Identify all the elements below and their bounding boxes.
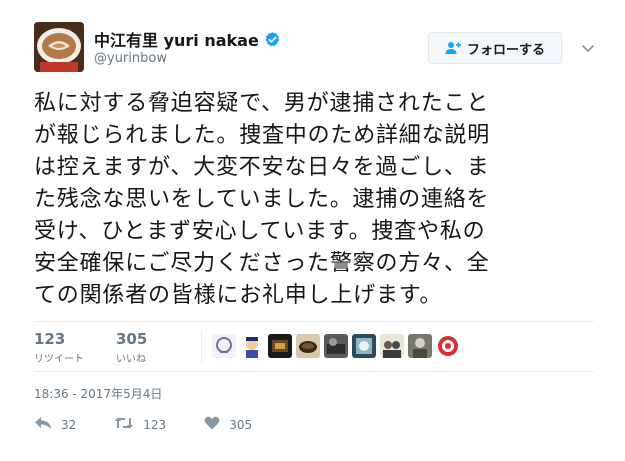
liker-avatar[interactable] [436,334,460,358]
liker-avatar[interactable] [408,334,432,358]
reply-button[interactable]: 32 [34,416,76,433]
liker-avatar[interactable] [268,334,292,358]
liker-avatar[interactable] [296,334,320,358]
chevron-down-icon[interactable] [581,40,595,54]
retweet-stat-label: リツイート [34,354,84,365]
follow-button[interactable]: フォローする [428,32,562,64]
retweet-icon [114,416,134,433]
tweet-line: 私に対する脅迫容疑で、男が逮捕されたこと [34,91,490,116]
tweet-timestamp[interactable]: 18:36 - 2017年5月4日 [34,385,162,402]
tweet-line: 安全確保にご尽力くださった警察の方々、全 [34,251,490,276]
add-user-icon [445,41,461,55]
liker-avatar[interactable] [240,334,264,358]
tweet-text: 私に対する脅迫容疑で、男が逮捕されたこと が報じられました。捜査中のため詳細な説… [34,88,606,312]
verified-badge-icon [264,31,281,48]
retweet-stat-count: 123 [34,330,66,348]
liker-avatar[interactable] [212,334,236,358]
display-name[interactable]: 中江有里 yuri nakae [94,27,259,51]
heart-icon [204,416,220,433]
reply-count: 32 [61,417,77,432]
tweet-actions: 32 123 305 [34,416,290,433]
retweet-stat[interactable]: 123 リツイート [34,330,84,365]
tweet-line: が報じられました。捜査中のため詳細な説明 [34,123,491,148]
liker-avatar[interactable] [380,334,404,358]
divider [201,330,202,364]
follow-button-label: フォローする [466,42,545,58]
like-stat-label: いいね [116,354,146,365]
divider [34,321,594,322]
like-button[interactable]: 305 [204,416,252,433]
liker-avatars [212,334,460,358]
like-count: 305 [229,417,253,432]
retweet-count: 123 [143,417,167,432]
like-stat[interactable]: 305 いいね [116,330,147,365]
reply-icon [34,416,52,433]
tweet-line: は控えますが、大変不安な日々を過ごし、ま [34,155,490,180]
tweet-line: た残念な思いをしていました。逮捕の連絡を [34,187,490,212]
tweet-line: 受け、ひとまず安心しています。捜査や私の [34,219,486,244]
like-stat-count: 305 [116,330,148,348]
liker-avatar[interactable] [352,334,376,358]
tweet-line: ての関係者の皆様にお礼申し上げます。 [34,283,443,308]
liker-avatar[interactable] [324,334,348,358]
user-name-row[interactable]: 中江有里 yuri nakae [94,27,281,51]
divider [34,371,594,372]
retweet-button[interactable]: 123 [114,416,166,433]
avatar[interactable] [34,22,84,72]
user-handle[interactable]: @yurinbow [94,51,167,66]
